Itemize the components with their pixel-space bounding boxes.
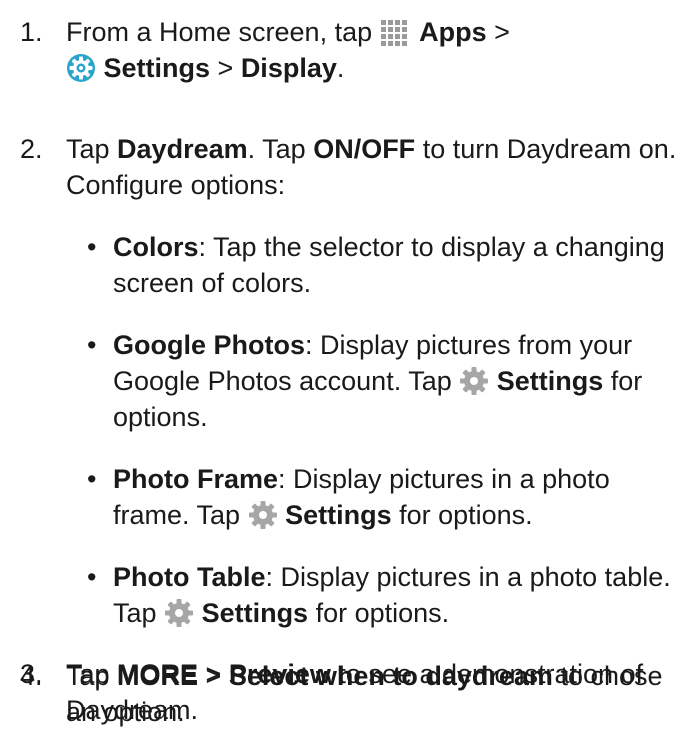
gear-icon	[459, 366, 489, 396]
settings-label: Settings	[285, 500, 392, 530]
on-off-label: ON/OFF	[313, 134, 416, 164]
option-photo-table: • Photo Table: Display pictures in a pho…	[87, 559, 685, 631]
step-number: 2.	[20, 134, 43, 164]
option-google-photos: • Google Photos: Display pictures from y…	[87, 327, 685, 435]
option-name: Colors	[113, 232, 199, 262]
bullet-dot: •	[87, 330, 97, 360]
option-text: Photo Frame: Display pictures in a photo…	[113, 464, 610, 530]
settings-gear-icon	[66, 53, 96, 83]
settings-label: Settings	[103, 53, 211, 83]
bullet-dot: •	[87, 562, 97, 592]
step-2: 2. Tap Daydream. Tap ON/OFF to turn Dayd…	[20, 131, 685, 203]
gear-icon	[248, 500, 278, 530]
bullet-dot: •	[87, 464, 97, 494]
option-photo-frame: • Photo Frame: Display pictures in a pho…	[87, 461, 685, 533]
step-number: 1.	[20, 17, 43, 47]
option-text: Colors: Tap the selector to display a ch…	[113, 232, 665, 298]
step-text: Tap Daydream. Tap ON/OFF to turn Daydrea…	[66, 134, 677, 200]
option-name: Photo Table	[113, 562, 266, 592]
apps-grid-icon	[380, 19, 412, 47]
select-when-label: Select when to daydream	[228, 661, 553, 691]
settings-label: Settings	[201, 598, 309, 628]
option-colors: • Colors: Tap the selector to display a …	[87, 229, 685, 301]
step-4: 4. Tap MORE > Select when to daydream to…	[20, 658, 685, 730]
option-name: Google Photos	[113, 330, 305, 360]
settings-label: Settings	[496, 366, 604, 396]
daydream-label: Daydream	[117, 134, 248, 164]
gear-icon	[164, 598, 194, 628]
option-text: Photo Table: Display pictures in a photo…	[113, 562, 671, 628]
display-label: Display	[240, 53, 337, 83]
option-text: Google Photos: Display pictures from you…	[113, 330, 643, 432]
instructions-document: 1. From a Home screen, tap Apps > Settin…	[0, 0, 695, 751]
option-name: Photo Frame	[113, 464, 279, 494]
bullet-dot: •	[87, 232, 97, 262]
step-1: 1. From a Home screen, tap Apps > Settin…	[20, 14, 685, 86]
more-label: MORE	[117, 661, 199, 691]
apps-label: Apps	[419, 17, 487, 47]
step-text: From a Home screen, tap Apps > Settings …	[66, 17, 510, 83]
step-text: Tap MORE > Select when to daydream to ch…	[66, 661, 663, 727]
step-number: 4.	[20, 661, 43, 691]
